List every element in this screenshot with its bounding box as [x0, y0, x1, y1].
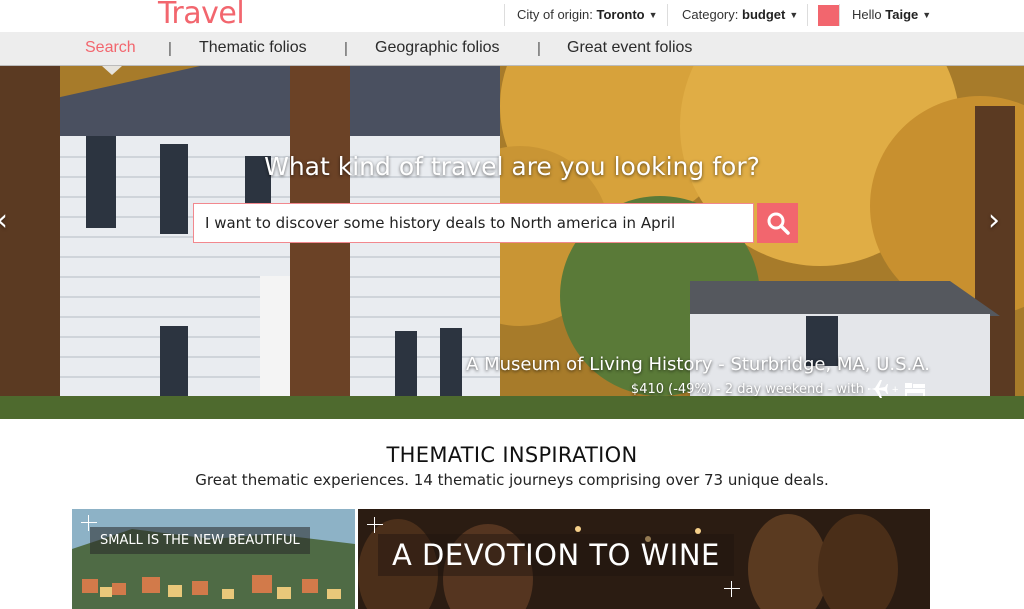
top-bar: Travel City of origin: Toronto ▼ Category… [0, 0, 1024, 32]
category-dropdown[interactable]: Category: budget ▼ [682, 7, 798, 22]
top-divider [667, 4, 668, 26]
search-button[interactable] [757, 203, 798, 243]
card-label: A DEVOTION TO WINE [378, 534, 734, 576]
category-value: budget [742, 7, 786, 22]
hero-title: What kind of travel are you looking for? [264, 152, 760, 181]
carousel-next-arrow[interactable]: › [988, 203, 1000, 238]
search-icon [767, 212, 790, 235]
tab-great-event-folios[interactable]: Great event folios [567, 39, 692, 57]
category-label: Category: [682, 7, 739, 22]
tab-geographic-folios[interactable]: Geographic folios [375, 39, 500, 57]
section-title: THEMATIC INSPIRATION [386, 443, 638, 467]
nav-divider: | [168, 40, 172, 57]
corner-mark [367, 517, 383, 533]
top-divider [839, 4, 840, 26]
chevron-down-icon: ▼ [648, 10, 658, 20]
active-tab-pointer [102, 66, 122, 75]
card-label: SMALL IS THE NEW BEAUTIFUL [90, 527, 310, 554]
tab-thematic-folios[interactable]: Thematic folios [199, 39, 307, 57]
plane-icon [868, 380, 888, 398]
card-image [72, 509, 355, 609]
chevron-down-icon: ▼ [789, 10, 799, 20]
deal-summary: $410 (-49%) - 2 day weekend - with [630, 382, 864, 397]
carousel-prev-arrow[interactable]: ‹ [0, 203, 8, 238]
folio-card-devotion-to-wine[interactable]: A DEVOTION TO WINE [358, 509, 930, 609]
city-value: Toronto [596, 7, 645, 22]
user-menu[interactable]: Hello Taige ▼ [852, 7, 931, 22]
nav-divider: | [344, 40, 348, 57]
city-label: City of origin: [517, 7, 593, 22]
tab-search[interactable]: Search [85, 39, 136, 57]
hero-caption: A Museum of Living History - Sturbridge,… [466, 354, 930, 375]
city-of-origin-dropdown[interactable]: City of origin: Toronto ▼ [517, 7, 658, 22]
bed-icon [905, 383, 925, 396]
top-divider [504, 4, 505, 26]
chevron-down-icon: ▼ [922, 10, 932, 20]
section-subtitle: Great thematic experiences. 14 thematic … [195, 471, 829, 489]
site-logo[interactable]: Travel [158, 0, 245, 31]
user-name: Taige [885, 7, 919, 22]
greeting-label: Hello [852, 7, 882, 22]
hero-banner: ‹ › What kind of travel are you looking … [0, 66, 1024, 419]
plus-sign: + [892, 384, 899, 396]
corner-mark [724, 581, 740, 597]
main-nav: Search | Thematic folios | Geographic fo… [0, 32, 1024, 66]
nav-divider: | [537, 40, 541, 57]
search-input[interactable] [193, 203, 754, 243]
top-divider [807, 4, 808, 26]
color-swatch[interactable] [818, 5, 839, 26]
folio-card-small-is-beautiful[interactable]: SMALL IS THE NEW BEAUTIFUL [72, 509, 355, 609]
